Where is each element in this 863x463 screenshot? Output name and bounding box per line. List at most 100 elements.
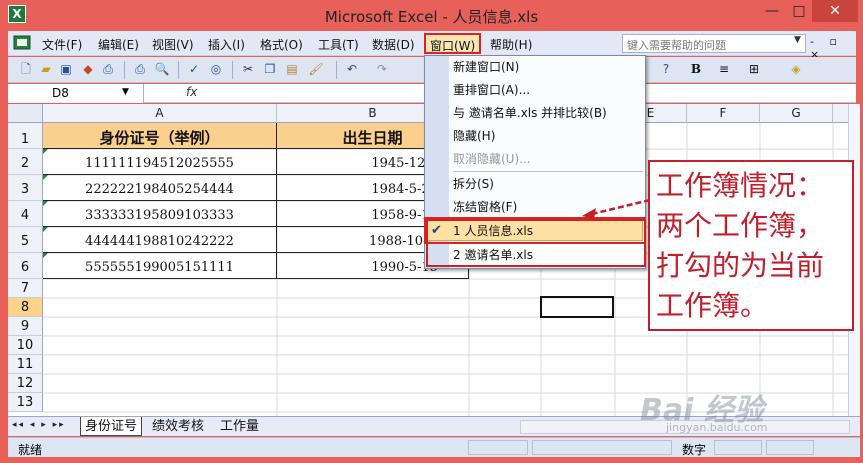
col-header-g[interactable]: G xyxy=(760,104,833,123)
menu-item-hide[interactable]: 隐藏(H) xyxy=(453,126,641,146)
status-ready: 就绪 xyxy=(18,443,43,457)
error-indicator-icon xyxy=(43,253,48,258)
table-cell-id[interactable]: 333333195809103333 xyxy=(43,201,277,227)
row-header[interactable]: 5 xyxy=(8,227,43,253)
row-header[interactable]: 3 xyxy=(8,175,43,201)
new-doc-icon[interactable]: 🗋 xyxy=(18,62,34,77)
table-cell-id[interactable]: 555555199005151111 xyxy=(43,253,277,279)
menu-tools[interactable]: 工具(T) xyxy=(318,36,359,53)
open-folder-icon[interactable]: ▰ xyxy=(38,62,54,77)
table-cell-id[interactable]: 222222198405254444 xyxy=(43,175,277,201)
menu-file[interactable]: 文件(F) xyxy=(42,36,82,53)
paste-icon[interactable]: ▤ xyxy=(284,62,300,77)
menu-window[interactable]: 窗口(W) xyxy=(424,33,482,54)
status-panel xyxy=(532,440,672,455)
save-icon[interactable]: ▣ xyxy=(58,62,74,77)
menu-item-arrange[interactable]: 重排窗口(A)... xyxy=(453,80,641,100)
row-header[interactable]: 4 xyxy=(8,201,43,227)
header-cell-id[interactable]: 身份证号（举例） xyxy=(43,123,277,149)
copy-icon[interactable]: ❐ xyxy=(262,62,278,77)
row-header[interactable]: 13 xyxy=(8,393,43,412)
row-header[interactable]: 1 xyxy=(8,123,43,149)
row-header[interactable]: 12 xyxy=(8,374,43,393)
sheet-nav-buttons[interactable]: ◂◂ ◂ ▸ ▸▸ xyxy=(12,420,66,430)
fill-color-icon[interactable]: ◈ xyxy=(788,62,804,77)
bold-button[interactable]: B xyxy=(688,62,704,77)
toolbar-separator xyxy=(178,61,179,79)
menu-help[interactable]: 帮助(H) xyxy=(490,36,532,53)
menu-item-new-window[interactable]: 新建窗口(N) xyxy=(453,57,641,77)
menu-bar: 文件(F) 编辑(E) 视图(V) 插入(I) 格式(O) 工具(T) 数据(D… xyxy=(8,31,856,61)
watermark-url: jingyan.baidu.com xyxy=(666,421,768,434)
error-indicator-icon xyxy=(43,227,48,232)
redo-icon[interactable]: ↷ xyxy=(374,62,390,77)
error-indicator-icon xyxy=(43,149,48,154)
error-indicator-icon xyxy=(43,175,48,180)
sheet-tab-workload[interactable]: 工作量 xyxy=(216,417,263,436)
callout-line: 打勾的为当前 xyxy=(656,249,825,282)
toolbar-separator xyxy=(336,61,337,79)
select-all-corner[interactable] xyxy=(8,104,43,123)
callout-line: 两个工作簿， xyxy=(656,209,825,242)
excel-window: X Microsoft Excel - 人员信息.xls — □ ✕ 文件(F)… xyxy=(0,0,863,463)
format-painter-icon[interactable]: 🖌 xyxy=(308,62,324,77)
status-panel xyxy=(468,440,528,455)
window-title: Microsoft Excel - 人员信息.xls xyxy=(324,8,539,26)
research-icon[interactable]: ◎ xyxy=(208,62,224,77)
cut-icon[interactable]: ✂ xyxy=(240,62,256,77)
status-panel xyxy=(714,440,762,455)
menu-edit[interactable]: 编辑(E) xyxy=(98,36,139,53)
col-header-f[interactable]: F xyxy=(687,104,760,123)
fx-icon[interactable]: fx xyxy=(186,85,197,99)
help-dropdown-icon[interactable]: ▼ xyxy=(794,35,801,45)
status-num-lock: 数字 xyxy=(682,443,707,457)
col-header-a[interactable]: A xyxy=(43,104,277,123)
menu-item-unhide: 取消隐藏(U)... xyxy=(453,152,531,166)
menu-format[interactable]: 格式(O) xyxy=(260,36,303,53)
preview-icon[interactable]: 🔍 xyxy=(154,62,170,77)
row-header[interactable]: 6 xyxy=(8,253,43,279)
row-header[interactable]: 9 xyxy=(8,317,43,336)
sheet-tab-id[interactable]: 身份证号 xyxy=(80,417,143,436)
spelling-icon[interactable]: ✓ xyxy=(186,62,202,77)
title-bar: X Microsoft Excel - 人员信息.xls — □ ✕ xyxy=(0,0,863,30)
excel-menu-icon[interactable] xyxy=(12,35,36,51)
sheet-tab-performance[interactable]: 绩效考核 xyxy=(148,417,208,436)
align-center-icon[interactable]: ≡ xyxy=(716,62,732,77)
window-menu-dropdown: 新建窗口(N) 重排窗口(A)... 与 邀请名单.xls 并排比较(B) 隐藏… xyxy=(424,55,646,269)
table-cell-id[interactable]: 444444198810242222 xyxy=(43,227,277,253)
callout-line: 工作簿。 xyxy=(656,289,769,322)
toolbar-separator xyxy=(232,61,233,79)
col-header-h[interactable] xyxy=(833,104,848,123)
row-header[interactable]: 7 xyxy=(8,279,43,298)
maximize-button[interactable]: □ xyxy=(786,0,812,22)
print-icon[interactable]: ⎙ xyxy=(132,62,148,77)
minimize-button[interactable]: — xyxy=(758,0,786,22)
name-box-value: D8 xyxy=(52,86,69,100)
name-box[interactable]: D8 ▼ xyxy=(8,84,144,103)
help-icon[interactable]: ? xyxy=(658,62,674,77)
row-header-selected[interactable]: 8 xyxy=(8,298,43,317)
chevron-down-icon[interactable]: ▼ xyxy=(122,87,129,97)
annotation-callout: 工作簿情况： 两个工作簿， 打勾的为当前 工作簿。 xyxy=(648,160,854,331)
row-header[interactable]: 10 xyxy=(8,336,43,355)
help-search-input[interactable]: 键入需要帮助的问题 xyxy=(622,34,806,53)
menu-view[interactable]: 视图(V) xyxy=(152,36,194,53)
menu-insert[interactable]: 插入(I) xyxy=(208,36,245,53)
menu-item-compare[interactable]: 与 邀请名单.xls 并排比较(B) xyxy=(453,103,641,123)
workbook-list-highlight-box xyxy=(426,219,646,267)
permission-icon[interactable]: ◆ xyxy=(80,62,96,77)
close-button[interactable]: ✕ xyxy=(812,0,858,22)
undo-icon[interactable]: ↶ xyxy=(344,62,360,77)
borders-icon[interactable]: ⊞ xyxy=(746,62,762,77)
menu-separator xyxy=(453,171,643,172)
menu-item-split[interactable]: 拆分(S) xyxy=(453,174,641,194)
print-preview-icon[interactable]: ⎙ xyxy=(100,62,116,77)
row-header[interactable]: 2 xyxy=(8,149,43,175)
error-indicator-icon xyxy=(43,201,48,206)
active-cell-d8[interactable] xyxy=(540,296,614,318)
menu-data[interactable]: 数据(D) xyxy=(372,36,415,53)
callout-line: 工作簿情况： xyxy=(656,169,825,202)
row-header[interactable]: 11 xyxy=(8,355,43,374)
table-cell-id[interactable]: 111111194512025555 xyxy=(43,149,277,175)
